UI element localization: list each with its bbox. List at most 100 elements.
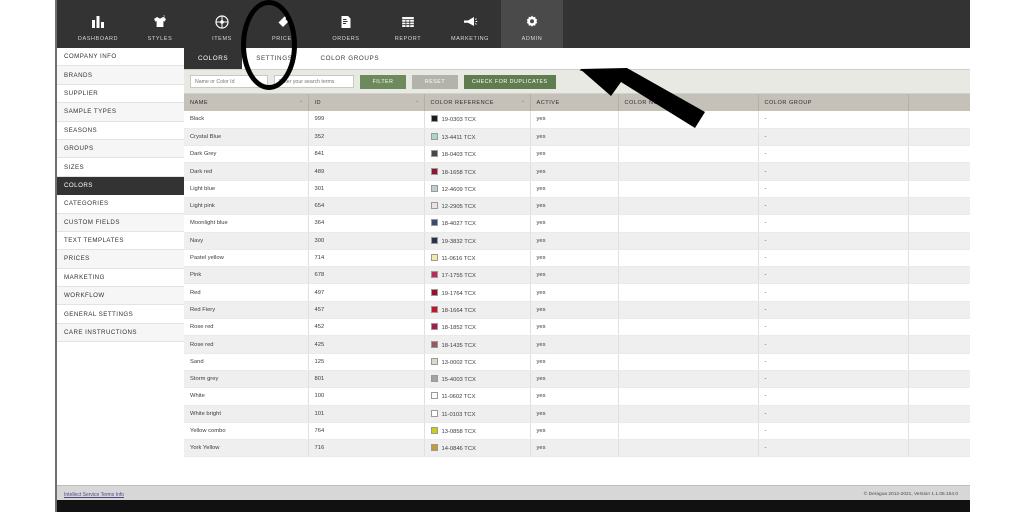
sidebar-item-seasons[interactable]: SEASONS	[57, 122, 184, 140]
column-header-spacer	[908, 94, 972, 111]
table-row[interactable]: Rose red45218-1852 TCXyes-	[184, 319, 972, 336]
nav-item-marketing[interactable]: MARKETING	[439, 0, 501, 48]
sidebar-navigation: COMPANY INFO BRANDS SUPPLIER SAMPLE TYPE…	[57, 48, 184, 485]
header-label: ACTIVE	[537, 100, 560, 106]
color-swatch	[431, 219, 438, 226]
nav-item-report[interactable]: REPORT	[377, 0, 439, 48]
sidebar-label: COMPANY INFO	[64, 53, 117, 60]
table-row[interactable]: Pink67817-1755 TCXyes-	[184, 267, 972, 284]
cell-color-group: -	[758, 180, 908, 197]
cell-active: yes	[530, 128, 618, 145]
table-row[interactable]: Red49719-1764 TCXyes-	[184, 284, 972, 301]
sidebar-item-brands[interactable]: BRANDS	[57, 66, 184, 84]
column-header-color-reference[interactable]: COLOR REFERENCE⌃	[424, 94, 530, 111]
color-swatch	[431, 289, 438, 296]
tab-colors[interactable]: COLORS	[184, 48, 242, 69]
sidebar-item-workflow[interactable]: WORKFLOW	[57, 287, 184, 305]
header-label: COLOR GROUP	[765, 100, 812, 106]
tshirt-icon: 2	[129, 11, 191, 33]
cell-name: Dark red	[184, 163, 308, 180]
sidebar-item-text-templates[interactable]: TEXT TEMPLATES	[57, 232, 184, 250]
table-row[interactable]: Dark Grey84118-0403 TCXyes-	[184, 146, 972, 163]
color-reference-text: 11-0103 TCX	[442, 412, 476, 418]
sidebar-item-general-settings[interactable]: GENERAL SETTINGS	[57, 305, 184, 323]
nav-item-admin[interactable]: ADMIN	[501, 0, 563, 48]
cell-color-group: -	[758, 405, 908, 422]
table-row[interactable]: Red Fiery45718-1664 TCXyes-	[184, 301, 972, 318]
nav-item-items[interactable]: ITEMS	[191, 0, 253, 48]
table-row[interactable]: Dark red48918-1658 TCXyes-	[184, 163, 972, 180]
sidebar-item-sample-types[interactable]: SAMPLE TYPES	[57, 103, 184, 121]
page-left-gutter	[0, 0, 55, 512]
sidebar-item-prices[interactable]: PRICES	[57, 250, 184, 268]
sidebar-item-care-instructions[interactable]: CARE INSTRUCTIONS	[57, 324, 184, 342]
column-header-active[interactable]: ACTIVE	[530, 94, 618, 111]
check-duplicates-button[interactable]: CHECK FOR DUPLICATES	[464, 75, 556, 89]
cell-id: 999	[308, 111, 424, 128]
table-row[interactable]: Moonlight blue36418-4027 TCXyes-	[184, 215, 972, 232]
column-header-name[interactable]: NAME⌃	[184, 94, 308, 111]
nav-item-styles[interactable]: 2 STYLES	[129, 0, 191, 48]
color-swatch	[431, 150, 438, 157]
name-or-color-id-input[interactable]	[190, 75, 268, 88]
table-row[interactable]: White bright10111-0103 TCXyes-	[184, 405, 972, 422]
cell-active: yes	[530, 163, 618, 180]
filter-button[interactable]: FILTER	[360, 75, 406, 89]
cell-spacer	[908, 128, 972, 145]
sidebar-item-colors[interactable]: COLORS	[57, 177, 184, 195]
column-header-color-group[interactable]: COLOR GROUP	[758, 94, 908, 111]
cell-name: Pink	[184, 267, 308, 284]
cell-id: 801	[308, 370, 424, 387]
cell-color-reference: 15-4003 TCX	[424, 370, 530, 387]
table-row[interactable]: Light blue30112-4609 TCXyes-	[184, 180, 972, 197]
table-row[interactable]: Rose red42518-1435 TCXyes-	[184, 336, 972, 353]
sidebar-item-marketing[interactable]: MARKETING	[57, 269, 184, 287]
cell-color-note	[618, 128, 758, 145]
color-reference-text: 18-1852 TCX	[442, 325, 476, 331]
table-row[interactable]: Sand12513-0002 TCXyes-	[184, 353, 972, 370]
nav-label-styles: STYLES	[148, 36, 173, 42]
tab-color-groups[interactable]: COLOR GROUPS	[307, 48, 394, 69]
cell-active: yes	[530, 405, 618, 422]
sidebar-item-custom-fields[interactable]: CUSTOM FIELDS	[57, 214, 184, 232]
sidebar-label: CARE INSTRUCTIONS	[64, 329, 137, 336]
cell-spacer	[908, 197, 972, 214]
cell-color-group: -	[758, 163, 908, 180]
color-swatch	[431, 341, 438, 348]
table-row[interactable]: Storm grey80115-4003 TCXyes-	[184, 370, 972, 387]
application-window: DASHBOARD 2 STYLES ITEMS PRICES	[55, 0, 970, 512]
sidebar-item-groups[interactable]: GROUPS	[57, 140, 184, 158]
sidebar-label: GROUPS	[64, 145, 94, 152]
gear-icon	[501, 11, 563, 33]
search-input[interactable]	[274, 75, 354, 88]
nav-item-prices[interactable]: PRICES	[253, 0, 315, 48]
reset-button[interactable]: RESET	[412, 75, 458, 89]
cell-id: 364	[308, 215, 424, 232]
column-header-id[interactable]: ID⌃	[308, 94, 424, 111]
sidebar-item-categories[interactable]: CATEGORIES	[57, 195, 184, 213]
table-row[interactable]: Black99919-0303 TCXyes-	[184, 111, 972, 128]
table-row[interactable]: White10011-0602 TCXyes-	[184, 388, 972, 405]
cell-color-group: -	[758, 319, 908, 336]
sidebar-item-sizes[interactable]: SIZES	[57, 158, 184, 176]
sidebar-item-supplier[interactable]: SUPPLIER	[57, 85, 184, 103]
table-row[interactable]: Pastel yellow71411-0616 TCXyes-	[184, 249, 972, 266]
column-header-color-note[interactable]: COLOR NOTE	[618, 94, 758, 111]
cell-color-note	[618, 353, 758, 370]
tab-settings[interactable]: SETTINGS	[242, 48, 306, 69]
footer-terms-link[interactable]: Intellect Service Terms Info	[64, 492, 124, 498]
table-row[interactable]: Crystal Blue35213-4411 TCXyes-	[184, 128, 972, 145]
nav-item-dashboard[interactable]: DASHBOARD	[67, 0, 129, 48]
table-row[interactable]: York Yellow71614-0846 TCXyes-	[184, 440, 972, 457]
sidebar-item-company-info[interactable]: COMPANY INFO	[57, 48, 184, 66]
cell-name: Pastel yellow	[184, 249, 308, 266]
table-row[interactable]: Navy30019-3832 TCXyes-	[184, 232, 972, 249]
nav-item-orders[interactable]: ORDERS	[315, 0, 377, 48]
table-row[interactable]: Light pink65412-2905 TCXyes-	[184, 197, 972, 214]
colors-table: NAME⌃ ID⌃ COLOR REFERENCE⌃ ACTIVE COLOR …	[184, 94, 972, 457]
cell-spacer	[908, 215, 972, 232]
cell-active: yes	[530, 301, 618, 318]
cell-color-reference: 19-1764 TCX	[424, 284, 530, 301]
table-row[interactable]: Yellow combo76413-0858 TCXyes-	[184, 422, 972, 439]
sidebar-label: PRICES	[64, 255, 90, 262]
